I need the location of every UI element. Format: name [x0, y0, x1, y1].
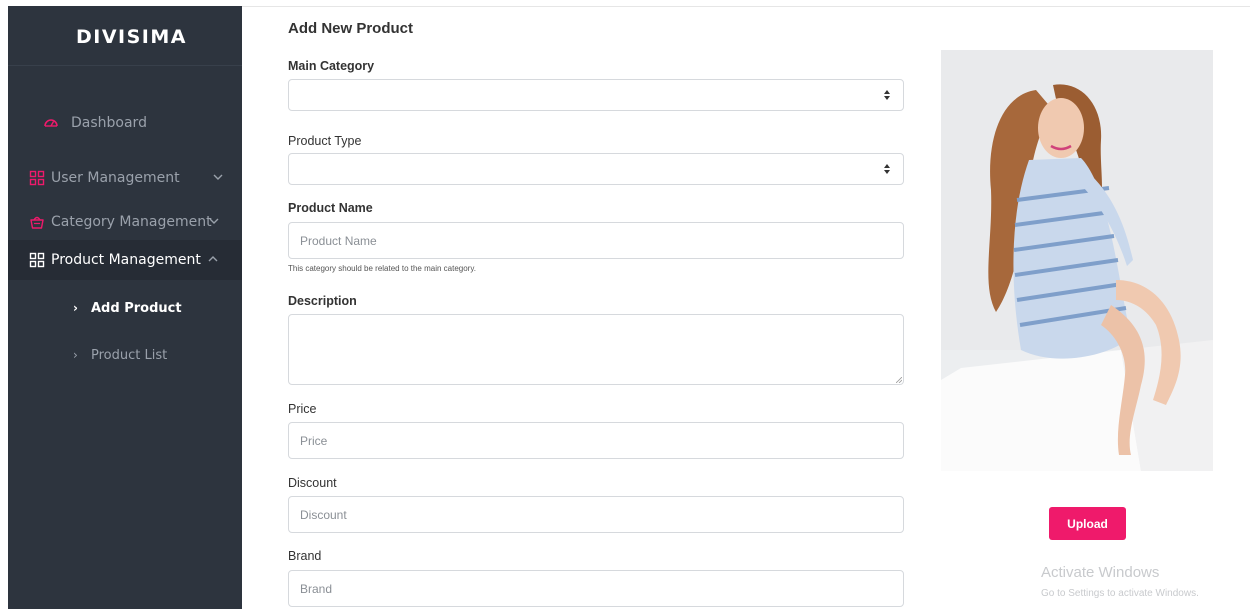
- brand-header: DIVISIMA: [8, 6, 242, 66]
- product-name-label: Product Name: [288, 201, 373, 215]
- description-label: Description: [288, 294, 357, 308]
- dashboard-icon: [44, 119, 58, 127]
- sidebar-item-label: Category Management: [51, 214, 212, 230]
- discount-label: Discount: [288, 476, 337, 490]
- upload-button[interactable]: Upload: [1049, 507, 1126, 540]
- sidebar-item-dashboard[interactable]: Dashboard: [8, 103, 242, 143]
- page-title: Add New Product: [288, 20, 414, 37]
- submenu-item-label: Add Product: [91, 301, 182, 316]
- submenu-item-label: Product List: [91, 348, 168, 363]
- sidebar-item-category-management[interactable]: Category Management: [8, 202, 242, 242]
- basket-icon: [30, 216, 44, 229]
- top-divider: [242, 6, 1250, 7]
- select-caret-icon: [884, 164, 890, 174]
- submenu-item-add-product[interactable]: › Add Product: [8, 296, 242, 322]
- sidebar-item-label: User Management: [51, 170, 180, 186]
- brand-input[interactable]: [288, 570, 904, 607]
- product-type-label: Product Type: [288, 134, 362, 148]
- chevron-up-icon: [208, 256, 218, 262]
- price-label: Price: [288, 402, 317, 416]
- discount-input[interactable]: [288, 496, 904, 533]
- watermark-title: Activate Windows: [1041, 564, 1160, 581]
- sidebar-item-user-management[interactable]: User Management: [8, 158, 242, 198]
- product-image-preview: [941, 50, 1213, 471]
- resize-handle-icon[interactable]: [896, 377, 902, 383]
- main-category-select[interactable]: [288, 79, 904, 111]
- grid-icon: [29, 170, 45, 186]
- brand-label: Brand: [288, 549, 322, 563]
- description-textarea[interactable]: [288, 314, 904, 385]
- sidebar: DIVISIMA Dashboard User Management Categ…: [8, 6, 242, 609]
- watermark-subtitle: Go to Settings to activate Windows.: [1041, 588, 1199, 599]
- chevron-right-icon: ›: [73, 301, 78, 315]
- product-name-input[interactable]: [288, 222, 904, 259]
- sidebar-item-label: Product Management: [51, 252, 201, 268]
- submenu-item-product-list[interactable]: › Product List: [8, 343, 242, 369]
- grid-icon: [29, 252, 45, 268]
- chevron-down-icon: [213, 174, 223, 180]
- price-input[interactable]: [288, 422, 904, 459]
- select-caret-icon: [884, 90, 890, 100]
- chevron-right-icon: ›: [73, 348, 78, 362]
- chevron-down-icon: [209, 218, 219, 224]
- sidebar-item-product-management[interactable]: Product Management: [8, 240, 242, 280]
- help-text: This category should be related to the m…: [288, 264, 476, 273]
- main-category-label: Main Category: [288, 59, 375, 73]
- product-photo: [941, 50, 1213, 471]
- brand-logo[interactable]: DIVISIMA: [76, 26, 187, 48]
- product-type-select[interactable]: [288, 153, 904, 185]
- sidebar-item-label: Dashboard: [71, 115, 147, 131]
